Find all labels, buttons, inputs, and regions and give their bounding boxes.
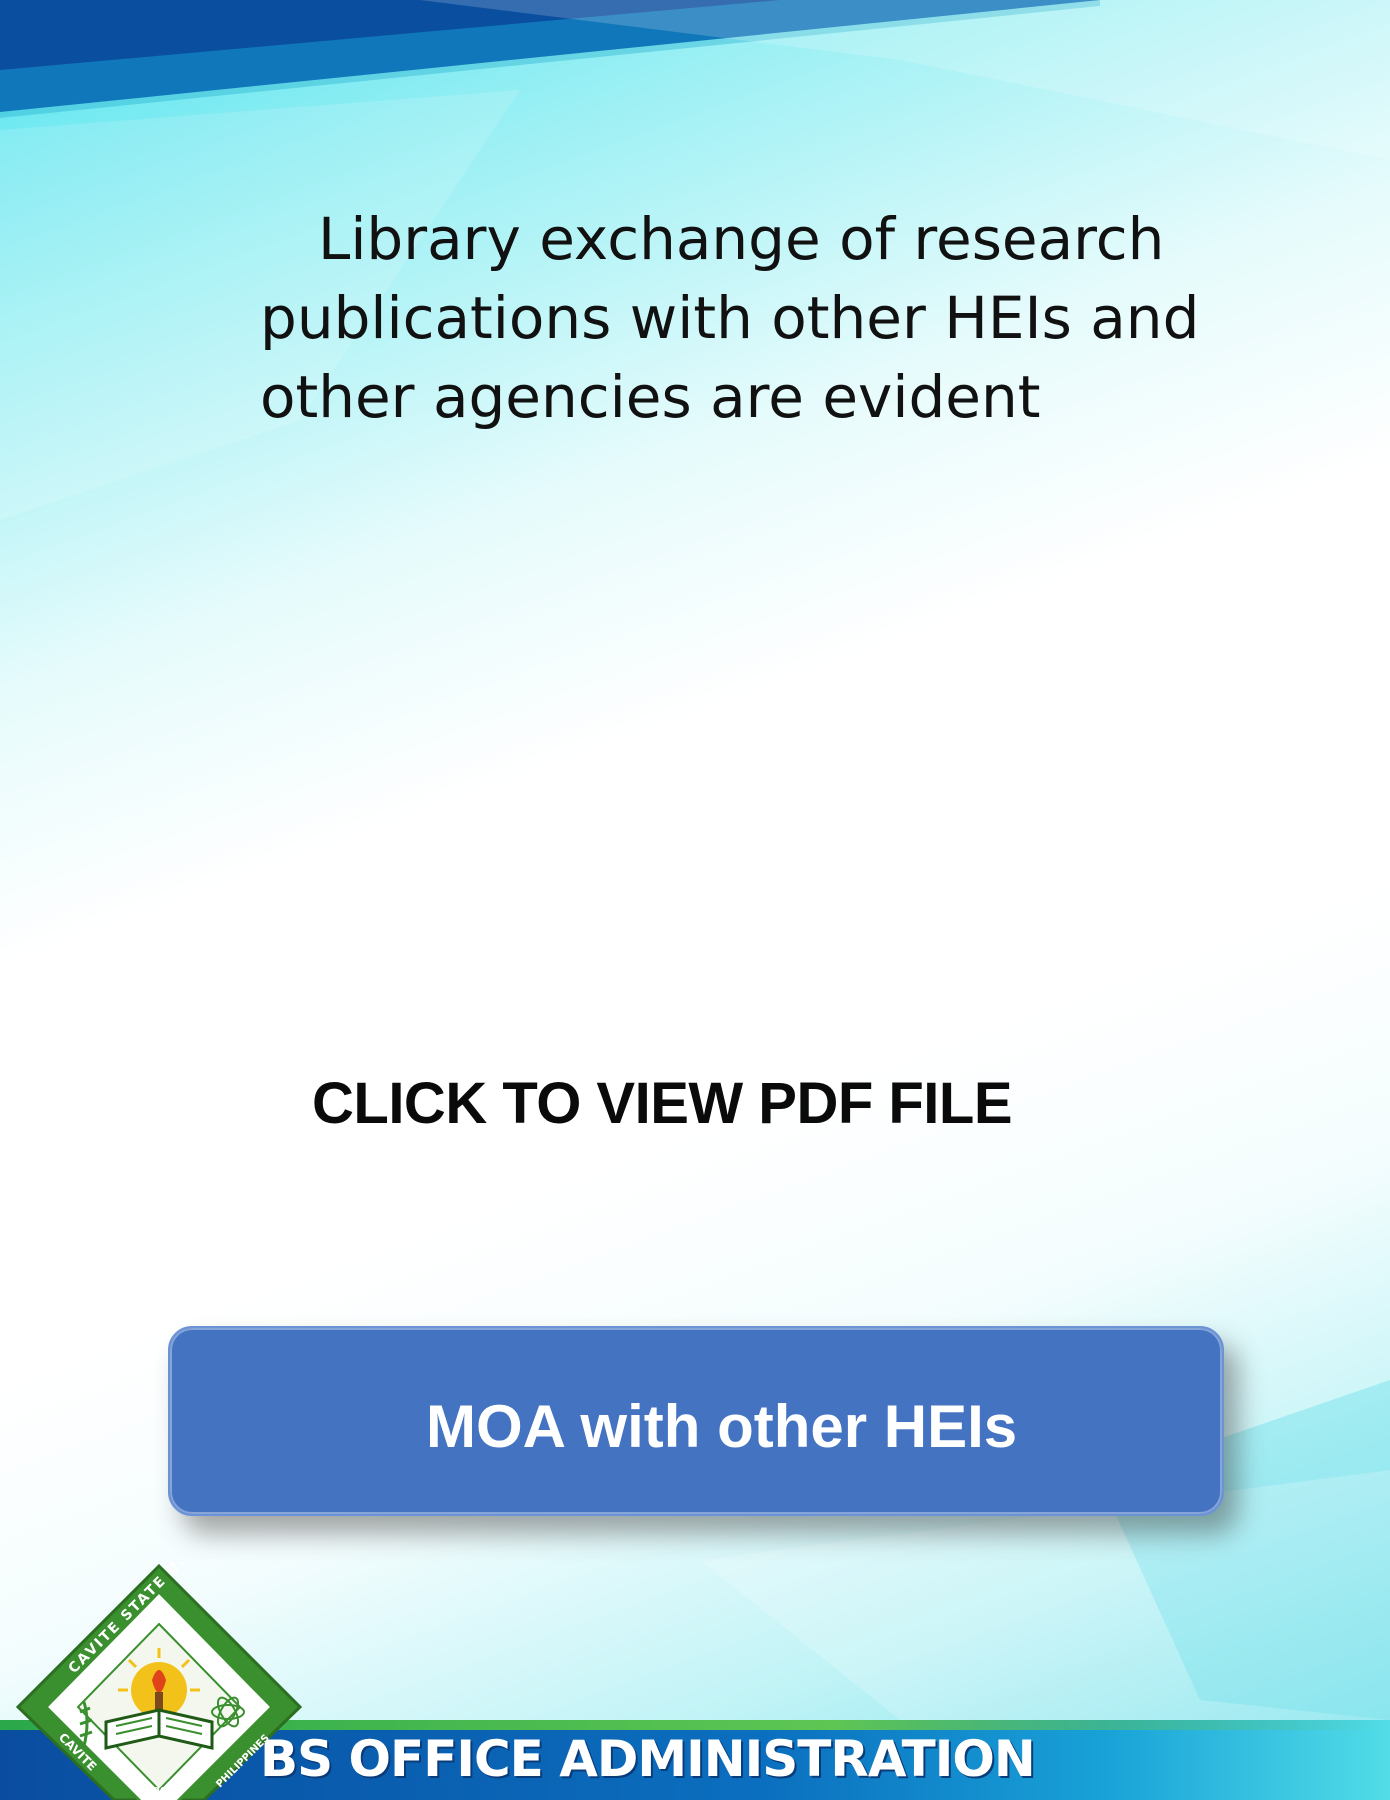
document-page: Library exchange of research publication… (0, 0, 1390, 1800)
heading-line: publications with other HEIs and (260, 284, 1200, 352)
program-title: BS OFFICE ADMINISTRATION (260, 1730, 1036, 1788)
page-heading: Library exchange of research publication… (260, 200, 1260, 437)
click-to-view-pdf-link[interactable]: CLICK TO VIEW PDF FILE (312, 1070, 1013, 1137)
heading-line: other agencies are evident (260, 363, 1041, 431)
moa-button-label: MOA with other HEIs (426, 1393, 1018, 1460)
logo-year: 1906 (146, 1786, 174, 1797)
moa-with-other-heis-button[interactable]: MOA with other HEIs (168, 1326, 1224, 1516)
heading-line: Library exchange of research (318, 205, 1165, 273)
university-seal-logo: CAVITE STATE UNIVERSITY CAVITE PHILIPPIN… (15, 1562, 303, 1800)
